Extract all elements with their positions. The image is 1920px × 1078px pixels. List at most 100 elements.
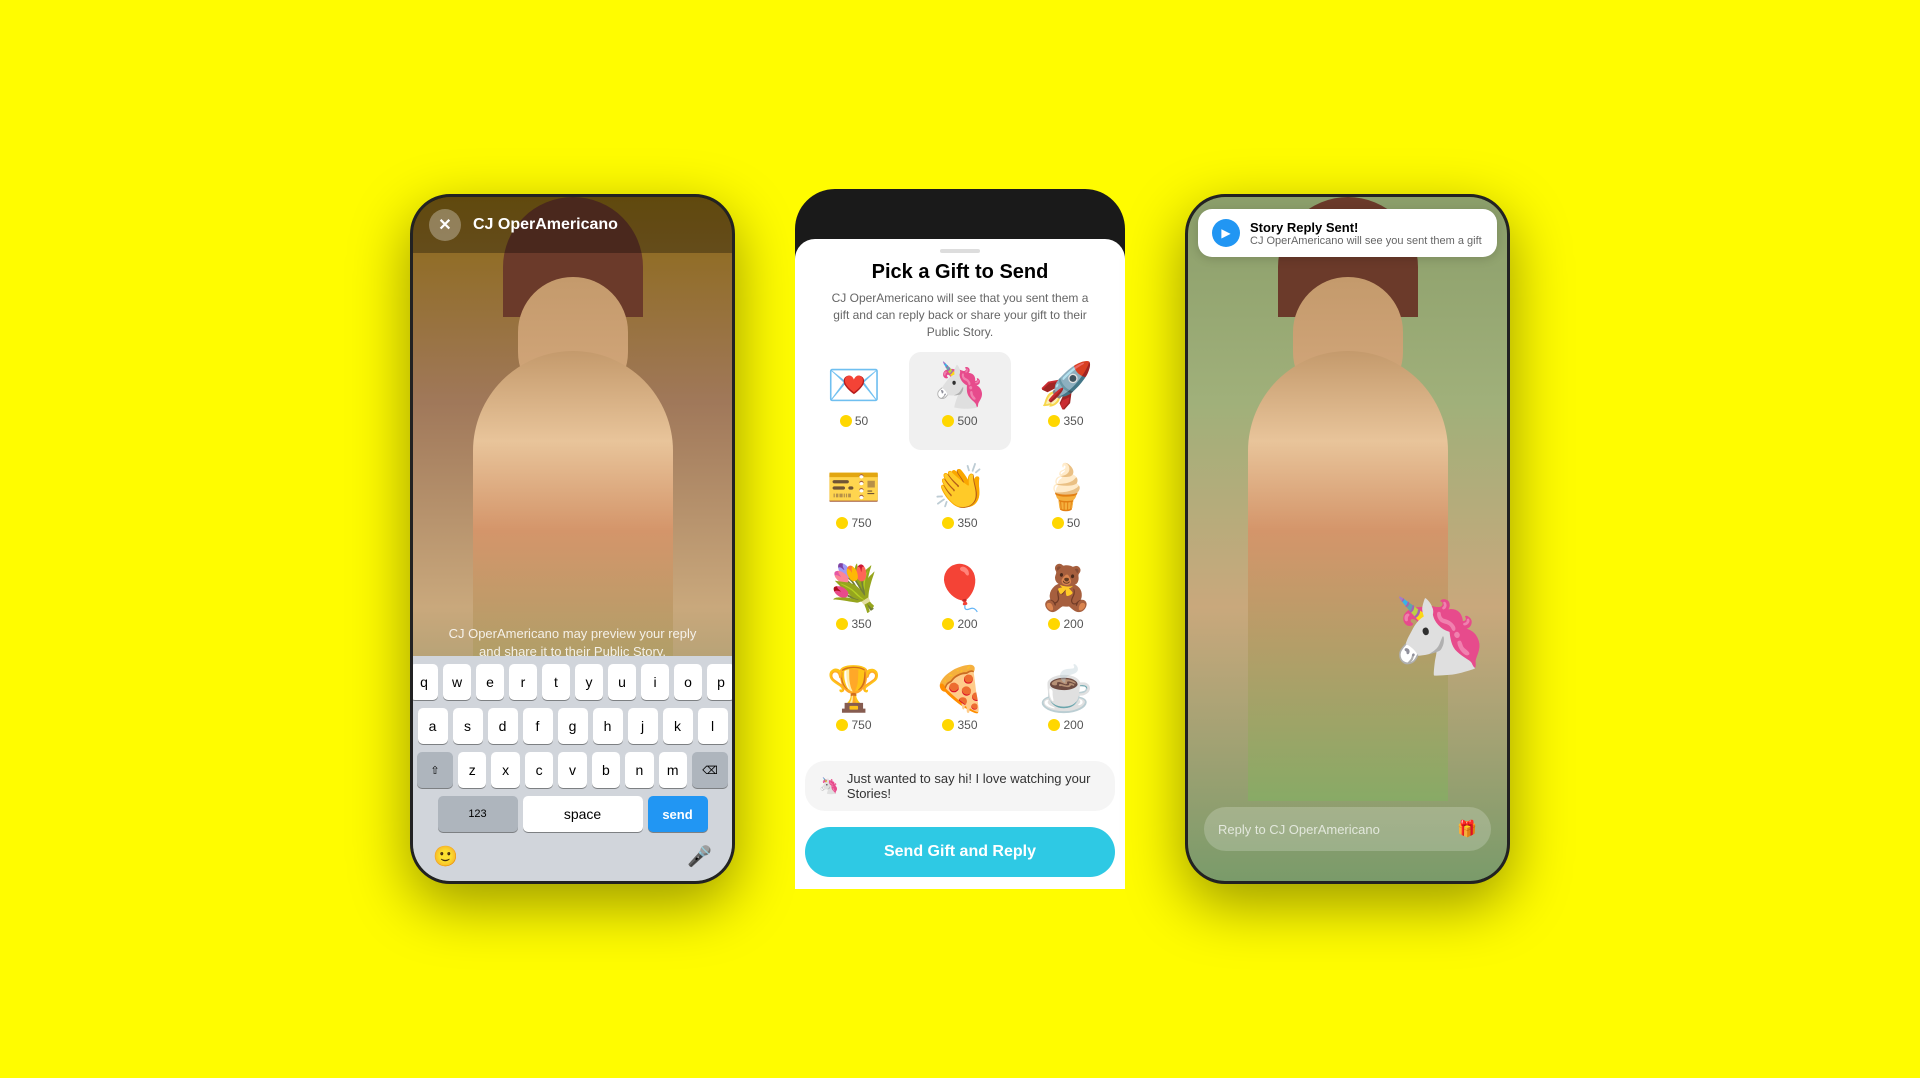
gift-cost-vip: 750 — [836, 516, 871, 530]
reply-placeholder-text: Reply to CJ OperAmericano — [1218, 822, 1457, 837]
gift-emoji-pizza: 🍕 — [933, 668, 988, 712]
gift-item-love-letter[interactable]: 💌 50 — [803, 352, 905, 449]
keyboard-row-3: ⇧ z x c v b n m ⌫ — [417, 752, 728, 788]
gift-picker-title: Pick a Gift to Send — [795, 261, 1125, 284]
emoji-button[interactable]: 🙂 — [433, 844, 458, 869]
gift-emoji-trophy: 🏆 — [827, 668, 882, 712]
gift-item-trophy[interactable]: 🏆 750 — [803, 656, 905, 753]
gift-small-icon[interactable]: 🎁 — [1457, 819, 1477, 839]
cost-value: 350 — [957, 718, 977, 732]
microphone-button[interactable]: 🎤 — [687, 844, 712, 869]
gift-cost-flowers: 350 — [836, 617, 871, 631]
gift-emoji-rocket: 🚀 — [1039, 364, 1094, 408]
notification-icon: ▶ — [1212, 219, 1240, 247]
gift-item-flowers[interactable]: 💐 350 — [803, 555, 905, 652]
key-y[interactable]: y — [575, 664, 603, 700]
key-h[interactable]: h — [593, 708, 623, 744]
cost-value: 200 — [1063, 718, 1083, 732]
gift-emoji-unicorn: 🦄 — [933, 364, 988, 408]
gift-cost-unicorn: 500 — [942, 414, 977, 428]
key-q[interactable]: q — [410, 664, 438, 700]
key-d[interactable]: d — [488, 708, 518, 744]
close-button[interactable]: ✕ — [429, 209, 461, 241]
gift-emoji-coffee: ☕ — [1039, 668, 1094, 712]
coin-icon — [942, 415, 954, 427]
coin-icon — [1048, 618, 1060, 630]
cost-value: 350 — [957, 516, 977, 530]
key-space[interactable]: space — [523, 796, 643, 832]
gift-item-pizza[interactable]: 🍕 350 — [909, 656, 1011, 753]
gift-item-coffee[interactable]: ☕ 200 — [1015, 656, 1117, 753]
gift-cost-love-letter: 50 — [840, 414, 868, 428]
key-backspace[interactable]: ⌫ — [692, 752, 728, 788]
coin-icon — [942, 618, 954, 630]
key-l[interactable]: l — [698, 708, 728, 744]
gift-emoji-vip: 🎫 — [827, 466, 882, 510]
unicorn-sticker: 🦄 — [1380, 579, 1494, 689]
key-r[interactable]: r — [509, 664, 537, 700]
key-k[interactable]: k — [663, 708, 693, 744]
key-send[interactable]: send — [648, 796, 708, 832]
notification-banner[interactable]: ▶ Story Reply Sent! CJ OperAmericano wil… — [1198, 209, 1497, 257]
gift-emoji-love-letter: 💌 — [827, 364, 882, 408]
gift-emoji-flowers: 💐 — [827, 567, 882, 611]
key-a[interactable]: a — [418, 708, 448, 744]
gift-cost-bear: 200 — [1048, 617, 1083, 631]
cost-value: 50 — [855, 414, 868, 428]
key-c[interactable]: c — [525, 752, 553, 788]
phone-after-send: ▶ Story Reply Sent! CJ OperAmericano wil… — [1185, 194, 1510, 884]
key-f[interactable]: f — [523, 708, 553, 744]
key-g[interactable]: g — [558, 708, 588, 744]
cost-value: 50 — [1067, 516, 1080, 530]
gift-item-clap[interactable]: 👏 350 — [909, 454, 1011, 551]
gift-item-rocket[interactable]: 🚀 350 — [1015, 352, 1117, 449]
gift-item-vip[interactable]: 🎫 750 — [803, 454, 905, 551]
key-n[interactable]: n — [625, 752, 653, 788]
gift-emoji-balloon: 🎈 — [933, 567, 988, 611]
coin-icon — [942, 719, 954, 731]
reply-preview-bar: 🦄 Just wanted to say hi! I love watching… — [805, 761, 1115, 811]
gifts-grid: 💌 50 🦄 500 🚀 350 — [795, 352, 1125, 753]
keyboard-row-1: q w e r t y u i o p — [417, 664, 728, 700]
coin-icon — [1048, 719, 1060, 731]
keyboard: q w e r t y u i o p a s d f g h j k l ⇧ … — [413, 656, 732, 881]
key-u[interactable]: u — [608, 664, 636, 700]
cost-value: 200 — [957, 617, 977, 631]
story-username: CJ OperAmericano — [473, 216, 618, 234]
key-b[interactable]: b — [592, 752, 620, 788]
gift-item-balloon[interactable]: 🎈 200 — [909, 555, 1011, 652]
key-o[interactable]: o — [674, 664, 702, 700]
key-i[interactable]: i — [641, 664, 669, 700]
phone-gift-picker: Pick a Gift to Send CJ OperAmericano wil… — [795, 189, 1125, 889]
key-m[interactable]: m — [659, 752, 687, 788]
phone-story-reply: ✕ CJ OperAmericano CJ OperAmericano may … — [410, 194, 735, 884]
gift-cost-trophy: 750 — [836, 718, 871, 732]
gift-picker-subtitle: CJ OperAmericano will see that you sent … — [795, 290, 1125, 340]
gift-cost-clap: 350 — [942, 516, 977, 530]
cost-value: 350 — [1063, 414, 1083, 428]
sheet-handle — [940, 249, 980, 253]
key-v[interactable]: v — [558, 752, 586, 788]
gift-item-bear[interactable]: 🧸 200 — [1015, 555, 1117, 652]
gift-item-icecream[interactable]: 🍦 50 — [1015, 454, 1117, 551]
key-x[interactable]: x — [491, 752, 519, 788]
gift-cost-balloon: 200 — [942, 617, 977, 631]
gift-cost-coffee: 200 — [1048, 718, 1083, 732]
key-z[interactable]: z — [458, 752, 486, 788]
key-w[interactable]: w — [443, 664, 471, 700]
gift-emoji-icecream: 🍦 — [1039, 466, 1094, 510]
send-gift-reply-button[interactable]: Send Gift and Reply — [805, 827, 1115, 877]
gift-emoji-bear: 🧸 — [1039, 567, 1094, 611]
key-t[interactable]: t — [542, 664, 570, 700]
key-e[interactable]: e — [476, 664, 504, 700]
key-numbers[interactable]: 123 — [438, 796, 518, 832]
key-s[interactable]: s — [453, 708, 483, 744]
notification-title: Story Reply Sent! — [1250, 220, 1482, 235]
reply-input-after[interactable]: Reply to CJ OperAmericano 🎁 — [1204, 807, 1491, 851]
gift-item-unicorn[interactable]: 🦄 500 — [909, 352, 1011, 449]
reply-preview-message: Just wanted to say hi! I love watching y… — [847, 771, 1101, 801]
key-j[interactable]: j — [628, 708, 658, 744]
gift-cost-icecream: 50 — [1052, 516, 1080, 530]
key-shift[interactable]: ⇧ — [417, 752, 453, 788]
key-p[interactable]: p — [707, 664, 735, 700]
